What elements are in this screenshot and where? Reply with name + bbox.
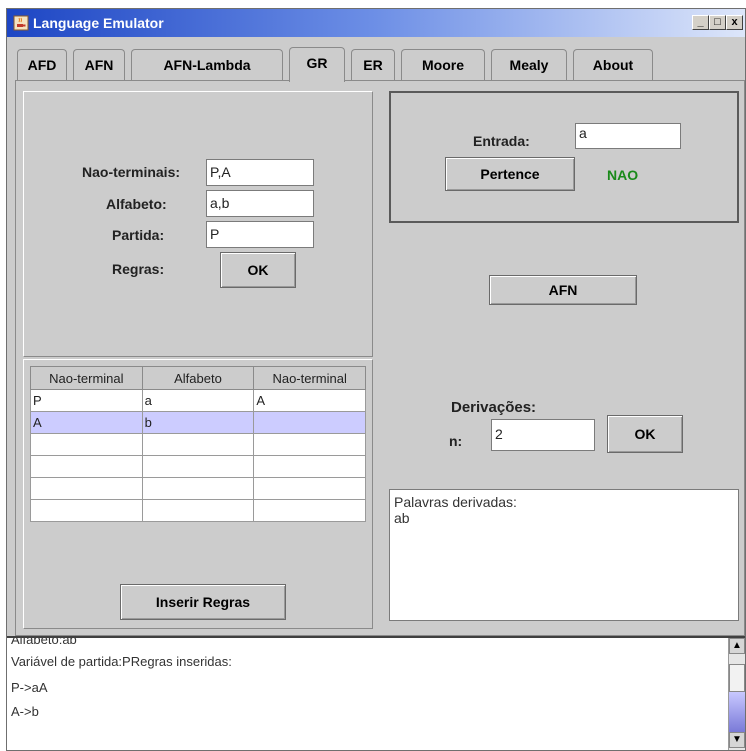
scroll-track-fill xyxy=(729,692,745,732)
java-coffee-icon xyxy=(13,15,29,31)
belongs-button[interactable]: Pertence xyxy=(445,157,575,191)
minimize-button[interactable]: _ xyxy=(692,15,709,30)
log-line: Alfabeto:ab xyxy=(11,636,77,647)
n-label: n: xyxy=(449,433,463,449)
start-symbol-field[interactable]: P xyxy=(206,221,314,248)
table-cell[interactable]: b xyxy=(141,411,255,434)
tab-afn[interactable]: AFN xyxy=(73,49,125,81)
column-header-nonterminal-2[interactable]: Nao-terminal xyxy=(253,366,366,390)
table-cell[interactable] xyxy=(30,433,143,456)
grammar-panel: Nao-terminais: P,A Alfabeto: a,b Partida… xyxy=(23,91,373,357)
table-cell[interactable] xyxy=(253,411,366,434)
tab-mealy[interactable]: Mealy xyxy=(491,49,567,81)
table-cell[interactable] xyxy=(141,433,255,456)
log-line: Variável de partida:PRegras inseridas: xyxy=(11,654,232,669)
table-cell[interactable]: P xyxy=(30,389,143,412)
membership-panel: Entrada: a Pertence NAO xyxy=(389,91,739,223)
table-cell[interactable]: a xyxy=(141,389,255,412)
tab-afn-lambda[interactable]: AFN-Lambda xyxy=(131,49,283,81)
scroll-up-button[interactable]: ▲ xyxy=(729,638,745,654)
column-header-alphabet[interactable]: Alfabeto xyxy=(141,366,255,390)
table-cell[interactable] xyxy=(30,477,143,500)
tab-gr[interactable]: GR xyxy=(289,47,345,82)
table-row[interactable] xyxy=(30,477,366,500)
n-field[interactable]: 2 xyxy=(491,419,595,451)
table-cell[interactable] xyxy=(141,499,255,522)
title-bar[interactable]: Language Emulator _ □ x xyxy=(7,9,745,37)
table-cell[interactable]: A xyxy=(30,411,143,434)
table-cell[interactable] xyxy=(253,477,366,500)
tab-about[interactable]: About xyxy=(573,49,653,81)
derived-words-heading: Palavras derivadas: xyxy=(394,494,517,510)
maximize-button[interactable]: □ xyxy=(709,15,726,30)
table-cell[interactable] xyxy=(141,477,255,500)
tab-er[interactable]: ER xyxy=(351,49,395,81)
alphabet-field[interactable]: a,b xyxy=(206,190,314,217)
table-cell[interactable] xyxy=(253,455,366,478)
afn-convert-button[interactable]: AFN xyxy=(489,275,637,305)
input-word-field[interactable]: a xyxy=(575,123,681,149)
table-row[interactable] xyxy=(30,455,366,478)
table-cell[interactable] xyxy=(141,455,255,478)
table-row[interactable] xyxy=(30,499,366,522)
rules-ok-button[interactable]: OK xyxy=(220,252,296,288)
scroll-thumb[interactable] xyxy=(729,664,745,692)
tab-afd[interactable]: AFD xyxy=(17,49,67,81)
log-area[interactable]: Alfabeto:ab Variável de partida:PRegras … xyxy=(7,636,745,750)
rules-table[interactable]: Nao-terminal Alfabeto Nao-terminal P a A… xyxy=(30,366,366,522)
window-title: Language Emulator xyxy=(33,15,164,31)
start-symbol-label: Partida: xyxy=(112,227,165,243)
table-cell[interactable]: A xyxy=(253,389,366,412)
input-label: Entrada: xyxy=(473,133,530,149)
nonterminals-field[interactable]: P,A xyxy=(206,159,314,186)
rules-label: Regras: xyxy=(112,261,165,277)
app-window: Language Emulator _ □ x AFD AFN AFN-Lamb… xyxy=(6,8,746,751)
alphabet-label: Alfabeto: xyxy=(106,196,167,212)
table-row[interactable]: P a A xyxy=(30,389,366,412)
log-line: P->aA xyxy=(11,680,48,695)
insert-rules-button[interactable]: Inserir Regras xyxy=(120,584,286,620)
derived-words-area[interactable]: Palavras derivadas: ab xyxy=(389,489,739,621)
log-line: A->b xyxy=(11,704,39,719)
nonterminals-label: Nao-terminais: xyxy=(82,164,181,180)
log-scrollbar[interactable]: ▲ ▼ xyxy=(728,638,745,750)
table-row-selected[interactable]: A b xyxy=(30,411,366,434)
membership-result: NAO xyxy=(607,167,639,183)
scroll-down-button[interactable]: ▼ xyxy=(729,732,745,748)
table-cell[interactable] xyxy=(30,499,143,522)
derivations-ok-button[interactable]: OK xyxy=(607,415,683,453)
tab-moore[interactable]: Moore xyxy=(401,49,485,81)
column-header-nonterminal[interactable]: Nao-terminal xyxy=(30,366,143,390)
table-row[interactable] xyxy=(30,433,366,456)
derivations-title: Derivações: xyxy=(451,399,537,416)
table-cell[interactable] xyxy=(30,455,143,478)
close-button[interactable]: x xyxy=(726,15,743,30)
derived-word: ab xyxy=(394,510,410,526)
rules-table-panel: Nao-terminal Alfabeto Nao-terminal P a A… xyxy=(23,359,373,629)
table-cell[interactable] xyxy=(253,433,366,456)
table-cell[interactable] xyxy=(253,499,366,522)
